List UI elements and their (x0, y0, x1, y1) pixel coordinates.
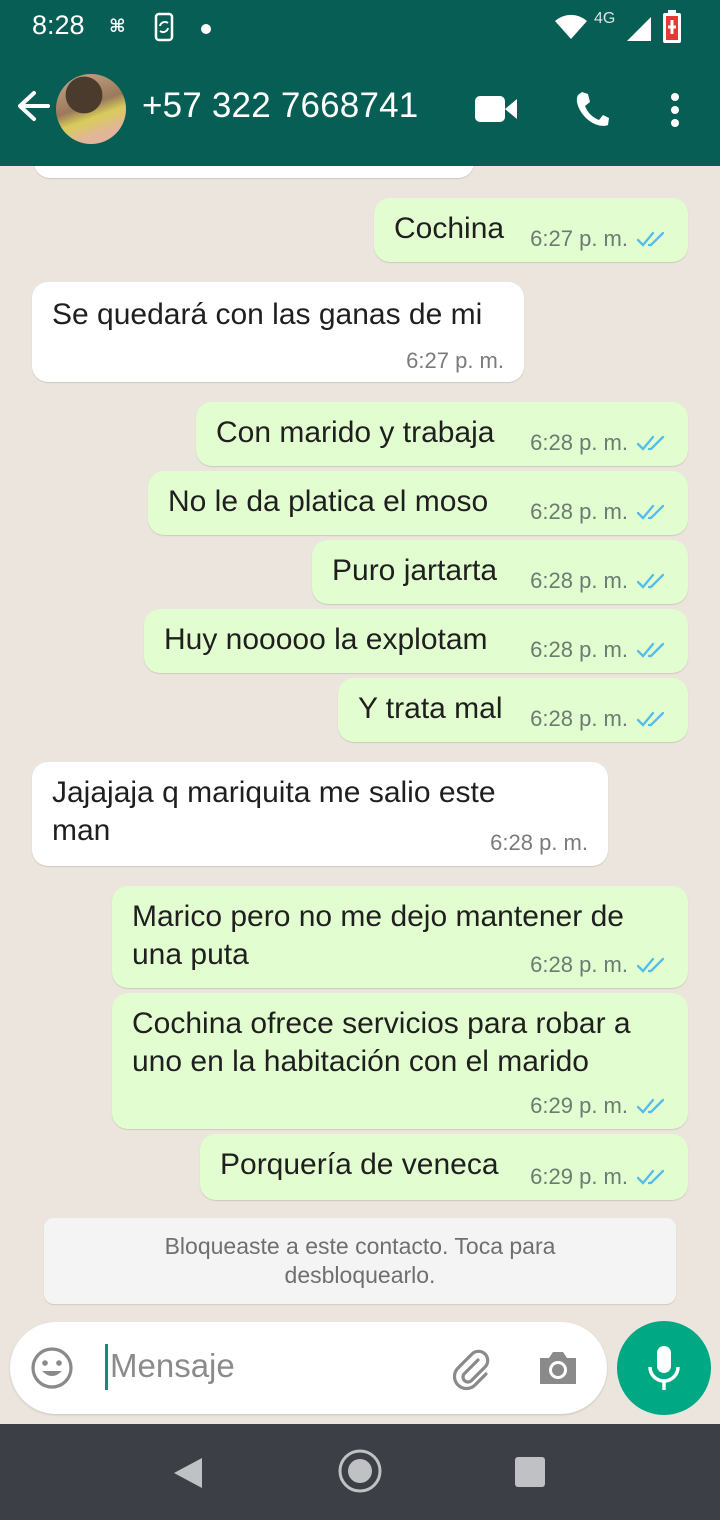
camera-icon[interactable] (536, 1348, 580, 1393)
message-time: 6:28 p. m. (530, 637, 628, 662)
message-text-line: man (52, 814, 111, 847)
arrow-left-icon[interactable] (14, 88, 50, 129)
nav-home-icon[interactable] (337, 1448, 383, 1499)
mic-button[interactable] (617, 1321, 711, 1415)
message-text-line: Jajajaja q mariquita me salio este (52, 776, 496, 809)
dot-icon (200, 22, 212, 40)
message-text: Con marido y trabaja (216, 416, 495, 449)
message-text: Porquería de veneca (220, 1148, 499, 1181)
message-time: 6:28 p. m. (530, 952, 628, 977)
message-time: 6:27 p. m. (530, 226, 628, 251)
contact-name[interactable]: +57 322 7668741 (142, 86, 418, 126)
double-check-icon (636, 1169, 665, 1185)
double-check-icon (636, 957, 665, 973)
message-time: 6:29 p. m. (530, 1164, 628, 1189)
message-outgoing[interactable]: Con marido y trabaja 6:28 p. m. (196, 402, 688, 466)
message-list[interactable]: Cochina 6:27 p. m. Se quedará con las ga… (0, 166, 720, 1322)
notice-line: desbloquearlo. (284, 1262, 436, 1288)
more-vert-icon[interactable] (668, 92, 682, 133)
network-type: 4G (594, 10, 616, 27)
svg-text:⌘: ⌘ (109, 16, 126, 37)
signal-icon (626, 16, 652, 47)
notice-line: Bloqueaste a este contacto. Toca para (164, 1233, 556, 1259)
message-text-line: una puta (132, 938, 249, 971)
previous-message-bubble (34, 166, 474, 178)
message-text: Se quedará con las ganas de mi (52, 298, 483, 331)
message-incoming[interactable]: Jajajaja q mariquita me salio este man 6… (32, 762, 608, 866)
message-time: 6:28 p. m. (530, 568, 628, 593)
message-outgoing[interactable]: No le da platica el moso 6:28 p. m. (148, 471, 688, 535)
message-text: No le da platica el moso (168, 485, 489, 518)
message-outgoing[interactable]: Cochina ofrece servicios para robar a un… (112, 993, 688, 1129)
app-notification-icon: ⌘ (108, 12, 130, 43)
message-input[interactable]: Mensaje (110, 1347, 235, 1385)
message-text: Y trata mal (358, 692, 503, 725)
text-cursor (105, 1344, 108, 1390)
message-time: 6:28 p. m. (530, 430, 628, 455)
message-outgoing[interactable]: Y trata mal 6:28 p. m. (338, 678, 688, 742)
message-text: Huy nooooo la explotam (164, 623, 488, 656)
nav-back-icon[interactable] (172, 1456, 204, 1495)
double-check-icon (636, 711, 665, 727)
double-check-icon (636, 573, 665, 589)
nav-recents-icon[interactable] (514, 1456, 546, 1493)
double-check-icon (636, 231, 665, 247)
status-bar: 8:28 ⌘ 4G (0, 0, 720, 56)
screen-rotate-icon (152, 12, 178, 47)
mic-icon (646, 1345, 682, 1396)
message-outgoing[interactable]: Huy nooooo la explotam 6:28 p. m. (144, 609, 688, 673)
message-outgoing[interactable]: Marico pero no me dejo mantener de una p… (112, 886, 688, 988)
message-text-line: uno en la habitación con el marido (132, 1045, 589, 1078)
status-time: 8:28 (32, 10, 85, 40)
message-time: 6:27 p. m. (406, 348, 504, 373)
message-text: Puro jartarta (332, 554, 498, 587)
system-nav-bar (0, 1424, 720, 1520)
message-time: 6:29 p. m. (530, 1093, 628, 1118)
chat-header: +57 322 7668741 (0, 56, 720, 166)
message-incoming[interactable]: Se quedará con las ganas de mi 6:27 p. m… (32, 282, 524, 382)
message-text-line: Marico pero no me dejo mantener de (132, 900, 624, 933)
phone-icon[interactable] (574, 90, 610, 133)
avatar[interactable] (56, 74, 126, 144)
double-check-icon (636, 504, 665, 520)
message-outgoing[interactable]: Porquería de veneca 6:29 p. m. (200, 1134, 688, 1200)
message-time: 6:28 p. m. (530, 706, 628, 731)
message-outgoing[interactable]: Cochina 6:27 p. m. (374, 198, 688, 262)
message-text: Cochina (394, 212, 505, 245)
message-time: 6:28 p. m. (530, 499, 628, 524)
battery-icon (662, 10, 682, 49)
paperclip-icon[interactable] (448, 1346, 494, 1397)
double-check-icon (636, 642, 665, 658)
video-call-icon[interactable] (474, 94, 518, 129)
message-composer[interactable]: Mensaje (10, 1322, 607, 1414)
message-outgoing[interactable]: Puro jartarta 6:28 p. m. (312, 540, 688, 604)
emoji-icon[interactable] (30, 1346, 74, 1395)
blocked-contact-notice[interactable]: Bloqueaste a este contacto. Toca para de… (44, 1218, 676, 1304)
double-check-icon (636, 435, 665, 451)
wifi-icon (554, 14, 588, 45)
double-check-icon (636, 1098, 665, 1114)
message-text-line: Cochina ofrece servicios para robar a (132, 1007, 631, 1040)
message-time: 6:28 p. m. (490, 830, 588, 855)
